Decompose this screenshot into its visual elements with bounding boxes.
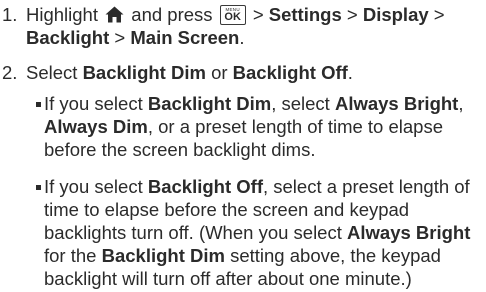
option-always-dim: Always Dim [44,116,148,137]
menu-path-display: Display [362,4,429,25]
bullet-text-part: , [458,93,464,114]
term-backlight-dim: Backlight Dim [147,93,272,114]
step-end: . [347,62,353,83]
path-separator: > [346,4,358,25]
step-number: 1. [2,4,18,25]
path-separator: > [433,4,445,25]
step-text: Select Backlight Dim or Backlight Off. [26,61,486,84]
bullet-text: If you select Backlight Dim, select Alwa… [44,92,486,161]
term-backlight-off: Backlight Off [147,176,263,197]
bullet-text-part: for the [44,245,97,266]
option-always-bright: Always Bright [334,93,459,114]
step-text-part: and press [131,4,213,25]
menu-path-settings: Settings [268,4,342,25]
step-text-part: or [211,62,228,83]
step-text-part: Select [26,62,78,83]
path-separator: > [252,4,264,25]
bullet-text-part: If you select [44,176,143,197]
step-end: . [239,27,245,48]
path-separator: > [114,27,126,48]
step-number: 2. [2,62,18,83]
step-text: Highlight and press MENU OK > Settings >… [26,3,486,49]
menu-path-backlight: Backlight [26,27,110,48]
term-backlight-dim: Backlight Dim [101,245,225,266]
bullet-text-part: If you select [44,93,143,114]
step-text-part: Highlight [26,4,98,25]
option-backlight-dim: Backlight Dim [82,62,206,83]
ok-key-label: OK [224,11,241,23]
bullet-marker [36,102,41,107]
bullet-text-part: , select [271,93,330,114]
option-backlight-off: Backlight Off [232,62,348,83]
menu-path-main-screen: Main Screen [130,27,240,48]
bullet-marker [36,185,41,190]
bullet-text: If you select Backlight Off, select a pr… [44,175,486,290]
home-icon [105,6,124,23]
menu-ok-key-icon: MENU OK [219,5,246,25]
option-always-bright: Always Bright [347,222,471,243]
